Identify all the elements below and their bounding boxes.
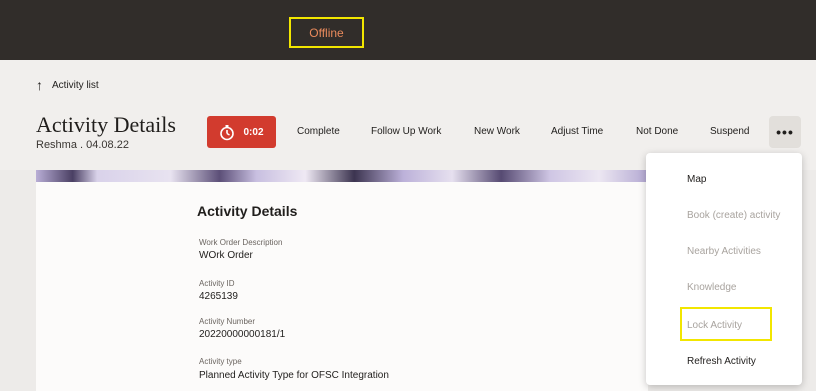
menu-item-refresh-activity[interactable]: Refresh Activity bbox=[646, 343, 802, 379]
menu-item-nearby-activities[interactable]: Nearby Activities bbox=[646, 233, 802, 269]
offline-status: Offline bbox=[309, 26, 344, 40]
new-work-button[interactable]: New Work bbox=[474, 126, 520, 137]
activity-number-label: Activity Number bbox=[199, 317, 256, 326]
ellipsis-icon: ••• bbox=[776, 124, 794, 140]
complete-button[interactable]: Complete bbox=[297, 126, 340, 137]
activity-list-link[interactable]: ↑ Activity list bbox=[36, 75, 99, 95]
menu-item-book-activity[interactable]: Book (create) activity bbox=[646, 197, 802, 233]
menu-item-knowledge[interactable]: Knowledge bbox=[646, 269, 802, 305]
stopwatch-icon bbox=[220, 124, 235, 140]
more-actions-menu: Map Book (create) activity Nearby Activi… bbox=[646, 153, 802, 385]
timer-button[interactable]: 0:02 bbox=[207, 116, 276, 148]
arrow-up-icon: ↑ bbox=[36, 77, 43, 93]
not-done-button[interactable]: Not Done bbox=[636, 126, 678, 137]
decorative-pattern-band bbox=[36, 170, 648, 182]
work-order-description-label: Work Order Description bbox=[199, 238, 283, 247]
top-bar: Offline bbox=[0, 0, 816, 60]
details-card bbox=[36, 182, 648, 391]
activity-list-label: Activity list bbox=[52, 79, 99, 91]
activity-id-label: Activity ID bbox=[199, 279, 235, 288]
activity-type-label: Activity type bbox=[199, 357, 242, 366]
adjust-time-button[interactable]: Adjust Time bbox=[551, 126, 603, 137]
suspend-button[interactable]: Suspend bbox=[710, 126, 749, 137]
activity-number-value: 20220000000181/1 bbox=[199, 329, 286, 340]
details-section-title: Activity Details bbox=[197, 203, 298, 219]
activity-id-value: 4265139 bbox=[199, 291, 238, 302]
activity-type-value: Planned Activity Type for OFSC Integrati… bbox=[199, 370, 389, 381]
menu-item-lock-activity[interactable]: Lock Activity bbox=[646, 307, 802, 343]
work-order-description-value: WOrk Order bbox=[199, 250, 253, 261]
menu-item-map[interactable]: Map bbox=[646, 161, 802, 197]
page-subtitle: Reshma . 04.08.22 bbox=[36, 139, 129, 151]
timer-value: 0:02 bbox=[243, 126, 264, 138]
follow-up-work-button[interactable]: Follow Up Work bbox=[371, 126, 441, 137]
more-actions-button[interactable]: ••• bbox=[769, 116, 801, 148]
page-title: Activity Details bbox=[36, 112, 176, 137]
offline-status-highlight: Offline bbox=[289, 17, 364, 48]
